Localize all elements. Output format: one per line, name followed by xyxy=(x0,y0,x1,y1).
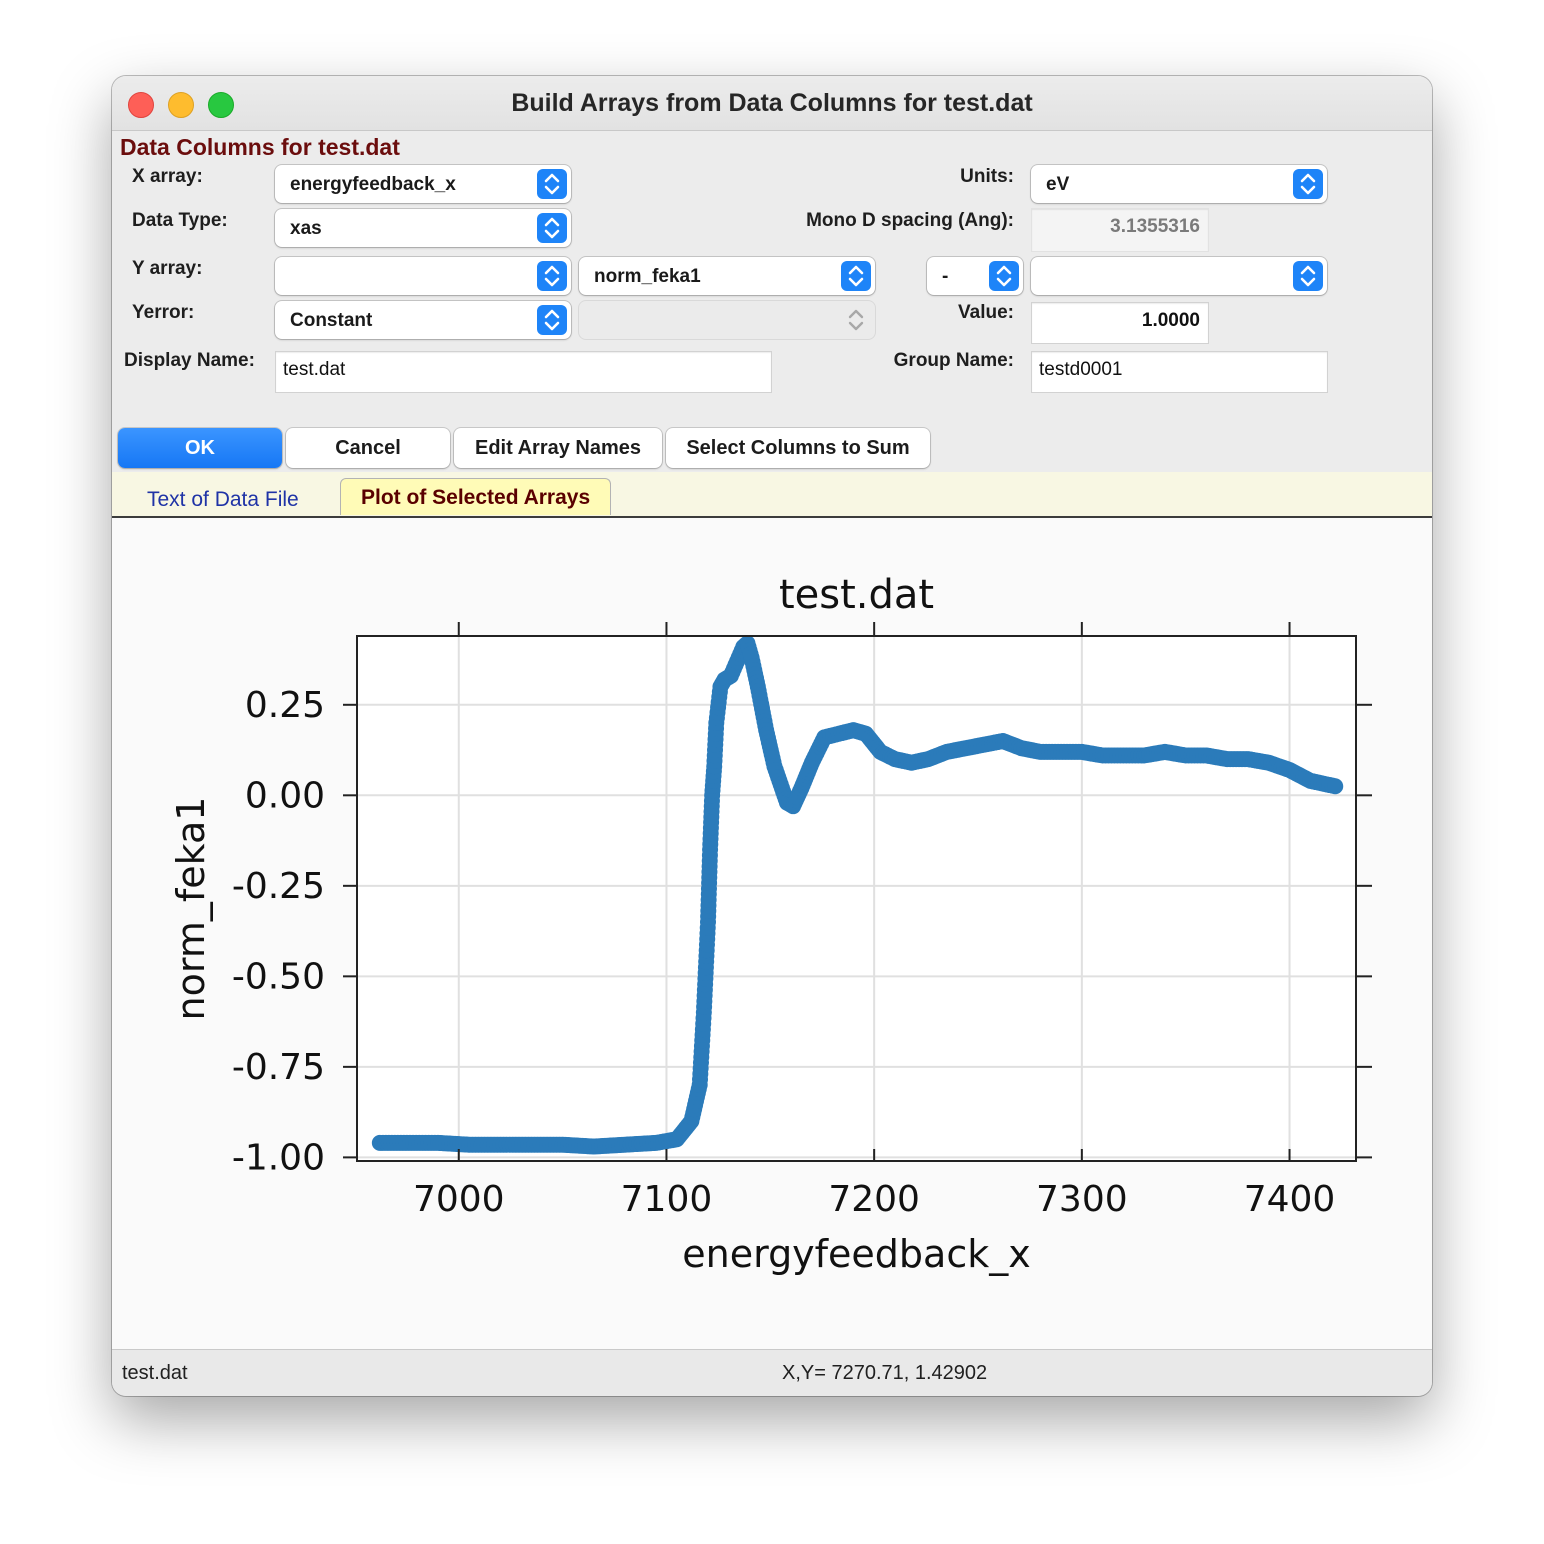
y-array-select-2[interactable]: norm_feka1 xyxy=(579,257,875,295)
yerror-value-field[interactable]: 1.0000 xyxy=(1031,302,1209,344)
y-array-value-2: norm_feka1 xyxy=(594,266,701,287)
yerror-select[interactable]: Constant xyxy=(275,301,571,339)
up-down-arrows-icon xyxy=(537,305,567,335)
section-title: Data Columns for test.dat xyxy=(120,134,400,160)
mono-d-spacing-value: 3.1355316 xyxy=(1110,216,1200,237)
y-tick-label: -0.50 xyxy=(232,956,325,997)
title-bar: Build Arrays from Data Columns for test.… xyxy=(112,76,1432,131)
edit-array-names-button[interactable]: Edit Array Names xyxy=(454,428,662,468)
y-tick-label: -0.25 xyxy=(232,866,325,907)
notebook-tabs: Text of Data File Plot of Selected Array… xyxy=(112,472,1432,518)
display-name-field[interactable]: test.dat xyxy=(275,351,772,393)
y-tick-label: -0.75 xyxy=(232,1047,325,1088)
chart-title: test.dat xyxy=(779,572,934,618)
y-tick-label: 0.00 xyxy=(245,775,325,816)
yerror-constant-value: 1.0000 xyxy=(1141,310,1200,331)
x-array-value: energyfeedback_x xyxy=(290,174,456,195)
up-down-arrows-icon xyxy=(537,261,567,291)
y-tick-label: 0.25 xyxy=(245,685,325,726)
cancel-button[interactable]: Cancel xyxy=(286,428,450,468)
display-name-value: test.dat xyxy=(283,359,346,380)
x-tick-label: 7200 xyxy=(828,1179,920,1220)
y-array-select-1[interactable] xyxy=(275,257,571,295)
plot-background xyxy=(357,636,1356,1161)
dialog-window: Build Arrays from Data Columns for test.… xyxy=(112,76,1432,1396)
mono-d-spacing-field[interactable]: 3.1355316 xyxy=(1031,208,1209,252)
up-down-arrows-icon xyxy=(1293,169,1323,199)
plot-panel[interactable]: 7000 7100 7200 7300 7400 -1.00 -0.75 -0.50 -0.25… xyxy=(112,518,1432,1349)
mono-d-spacing-label: Mono D spacing (Ang): xyxy=(806,210,1014,231)
x-tick-label: 7400 xyxy=(1244,1179,1336,1220)
yerror-array-select xyxy=(579,301,875,339)
x-axis-label: energyfeedback_x xyxy=(682,1232,1030,1276)
data-point xyxy=(1327,778,1344,795)
up-down-arrows-icon xyxy=(989,261,1019,291)
y-array-label: Y array: xyxy=(132,258,203,279)
display-name-label: Display Name: xyxy=(124,350,255,371)
status-filename: test.dat xyxy=(122,1362,188,1384)
up-down-arrows-icon xyxy=(841,305,871,335)
units-label: Units: xyxy=(960,166,1014,187)
status-cursor-coordinates: X,Y= 7270.71, 1.42902 xyxy=(782,1362,988,1384)
ok-button[interactable]: OK xyxy=(118,428,282,468)
group-name-label: Group Name: xyxy=(893,350,1014,371)
select-columns-to-sum-button[interactable]: Select Columns to Sum xyxy=(666,428,930,468)
x-tick-label: 7100 xyxy=(621,1179,713,1220)
x-array-label: X array: xyxy=(132,166,203,187)
yerror-value: Constant xyxy=(290,310,373,331)
x-array-select[interactable]: energyfeedback_x xyxy=(275,165,571,203)
window-title: Build Arrays from Data Columns for test.… xyxy=(511,89,1033,117)
y-array-select-3[interactable] xyxy=(1031,257,1327,295)
data-type-label: Data Type: xyxy=(132,210,228,231)
x-tick-label: 7300 xyxy=(1036,1179,1128,1220)
up-down-arrows-icon xyxy=(537,213,567,243)
y-axis-label: norm_feka1 xyxy=(169,797,213,1021)
up-down-arrows-icon xyxy=(1293,261,1323,291)
group-name-field[interactable]: testd0001 xyxy=(1031,351,1328,393)
y-array-operator-value: - xyxy=(942,266,949,287)
units-select[interactable]: eV xyxy=(1031,165,1327,203)
group-name-value: testd0001 xyxy=(1039,359,1123,380)
tab-text-of-data-file[interactable]: Text of Data File xyxy=(147,488,299,512)
x-tick-label: 7000 xyxy=(413,1179,505,1220)
status-bar: test.dat X,Y= 7270.71, 1.42902 xyxy=(112,1349,1432,1396)
yerror-label: Yerror: xyxy=(132,302,195,323)
up-down-arrows-icon xyxy=(841,261,871,291)
data-type-select[interactable]: xas xyxy=(275,209,571,247)
units-value: eV xyxy=(1046,174,1070,195)
xas-plot[interactable]: 7000 7100 7200 7300 7400 -1.00 -0.75 -0.50 -0.25… xyxy=(112,518,1432,1349)
value-label: Value: xyxy=(958,302,1014,323)
y-array-operator-select[interactable]: - xyxy=(927,257,1023,295)
data-type-value: xas xyxy=(290,218,322,239)
tab-plot-of-selected-arrays[interactable]: Plot of Selected Arrays xyxy=(340,478,612,515)
y-tick-label: -1.00 xyxy=(232,1137,325,1178)
up-down-arrows-icon xyxy=(537,169,567,199)
